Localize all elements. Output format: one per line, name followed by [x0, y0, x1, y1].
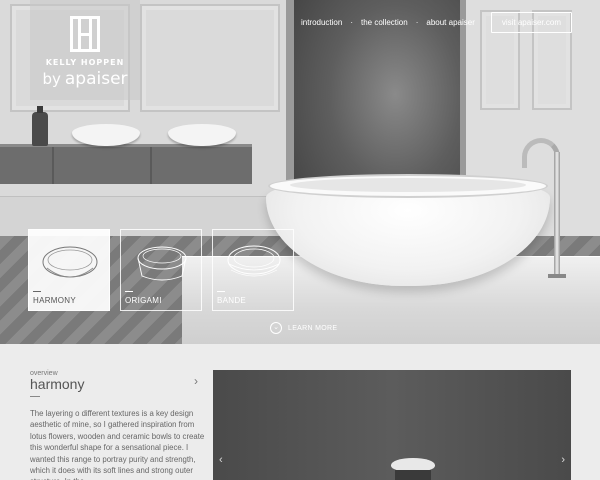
chevron-right-icon[interactable]: › [561, 454, 565, 466]
visit-apaiser-button[interactable]: visit apaiser.com [490, 12, 572, 33]
nav-about-apaiser[interactable]: about apaiser [426, 18, 474, 27]
origami-bath-icon [137, 246, 187, 281]
thumb-rule [33, 291, 41, 292]
collection-item-bande[interactable]: BANDE [212, 229, 294, 311]
kelly-hoppen-logo-icon [70, 16, 100, 52]
chevron-left-icon[interactable]: ‹ [219, 454, 223, 466]
learn-more-button[interactable]: ⌄ LEARN MORE [270, 322, 337, 334]
bande-bath-icon [227, 245, 281, 277]
brand-name: KELLY HOPPEN [45, 58, 125, 67]
chevron-down-icon: ⌄ [270, 322, 282, 334]
overview-body: The layering o different textures is a k… [30, 409, 205, 480]
harmony-bath-icon [42, 246, 98, 278]
nav-separator: · [415, 18, 419, 27]
thumb-label: ORIGAMI [125, 296, 162, 305]
collection-item-origami[interactable]: ORIGAMI [120, 229, 202, 311]
brand-logo[interactable]: KELLY HOPPEN by apaiser [30, 0, 140, 100]
nav-separator: · [350, 18, 353, 27]
nav-the-collection[interactable]: the collection [361, 18, 408, 27]
overview-section: overview harmony › The layering o differ… [0, 344, 600, 480]
thumb-label: BANDE [217, 296, 247, 305]
chevron-right-icon[interactable]: › [194, 374, 198, 388]
image-gallery: ‹ › [213, 370, 571, 480]
brand-by: by [42, 70, 61, 88]
section-title: harmony [30, 376, 85, 392]
brand-byline: by apaiser [42, 69, 127, 89]
learn-more-label: LEARN MORE [288, 324, 338, 332]
tap-base [548, 274, 566, 278]
tap-pole [554, 152, 560, 276]
main-nav: introduction · the collection · about ap… [301, 12, 572, 33]
thumb-rule [125, 291, 133, 292]
wall-panel [140, 4, 280, 112]
bathtub-inner [290, 178, 526, 192]
section-rule [30, 396, 40, 397]
thumb-label: HARMONY [33, 296, 76, 305]
collection-item-harmony[interactable]: HARMONY [28, 229, 110, 311]
nav-introduction[interactable]: introduction [301, 18, 342, 27]
brand-partner: apaiser [64, 69, 128, 89]
gallery-stand [395, 470, 431, 480]
vanity-unit [0, 144, 252, 184]
thumb-rule [217, 291, 225, 292]
hero-banner: KELLY HOPPEN by apaiser introduction · t… [0, 0, 600, 344]
soap-bottle [32, 106, 48, 146]
